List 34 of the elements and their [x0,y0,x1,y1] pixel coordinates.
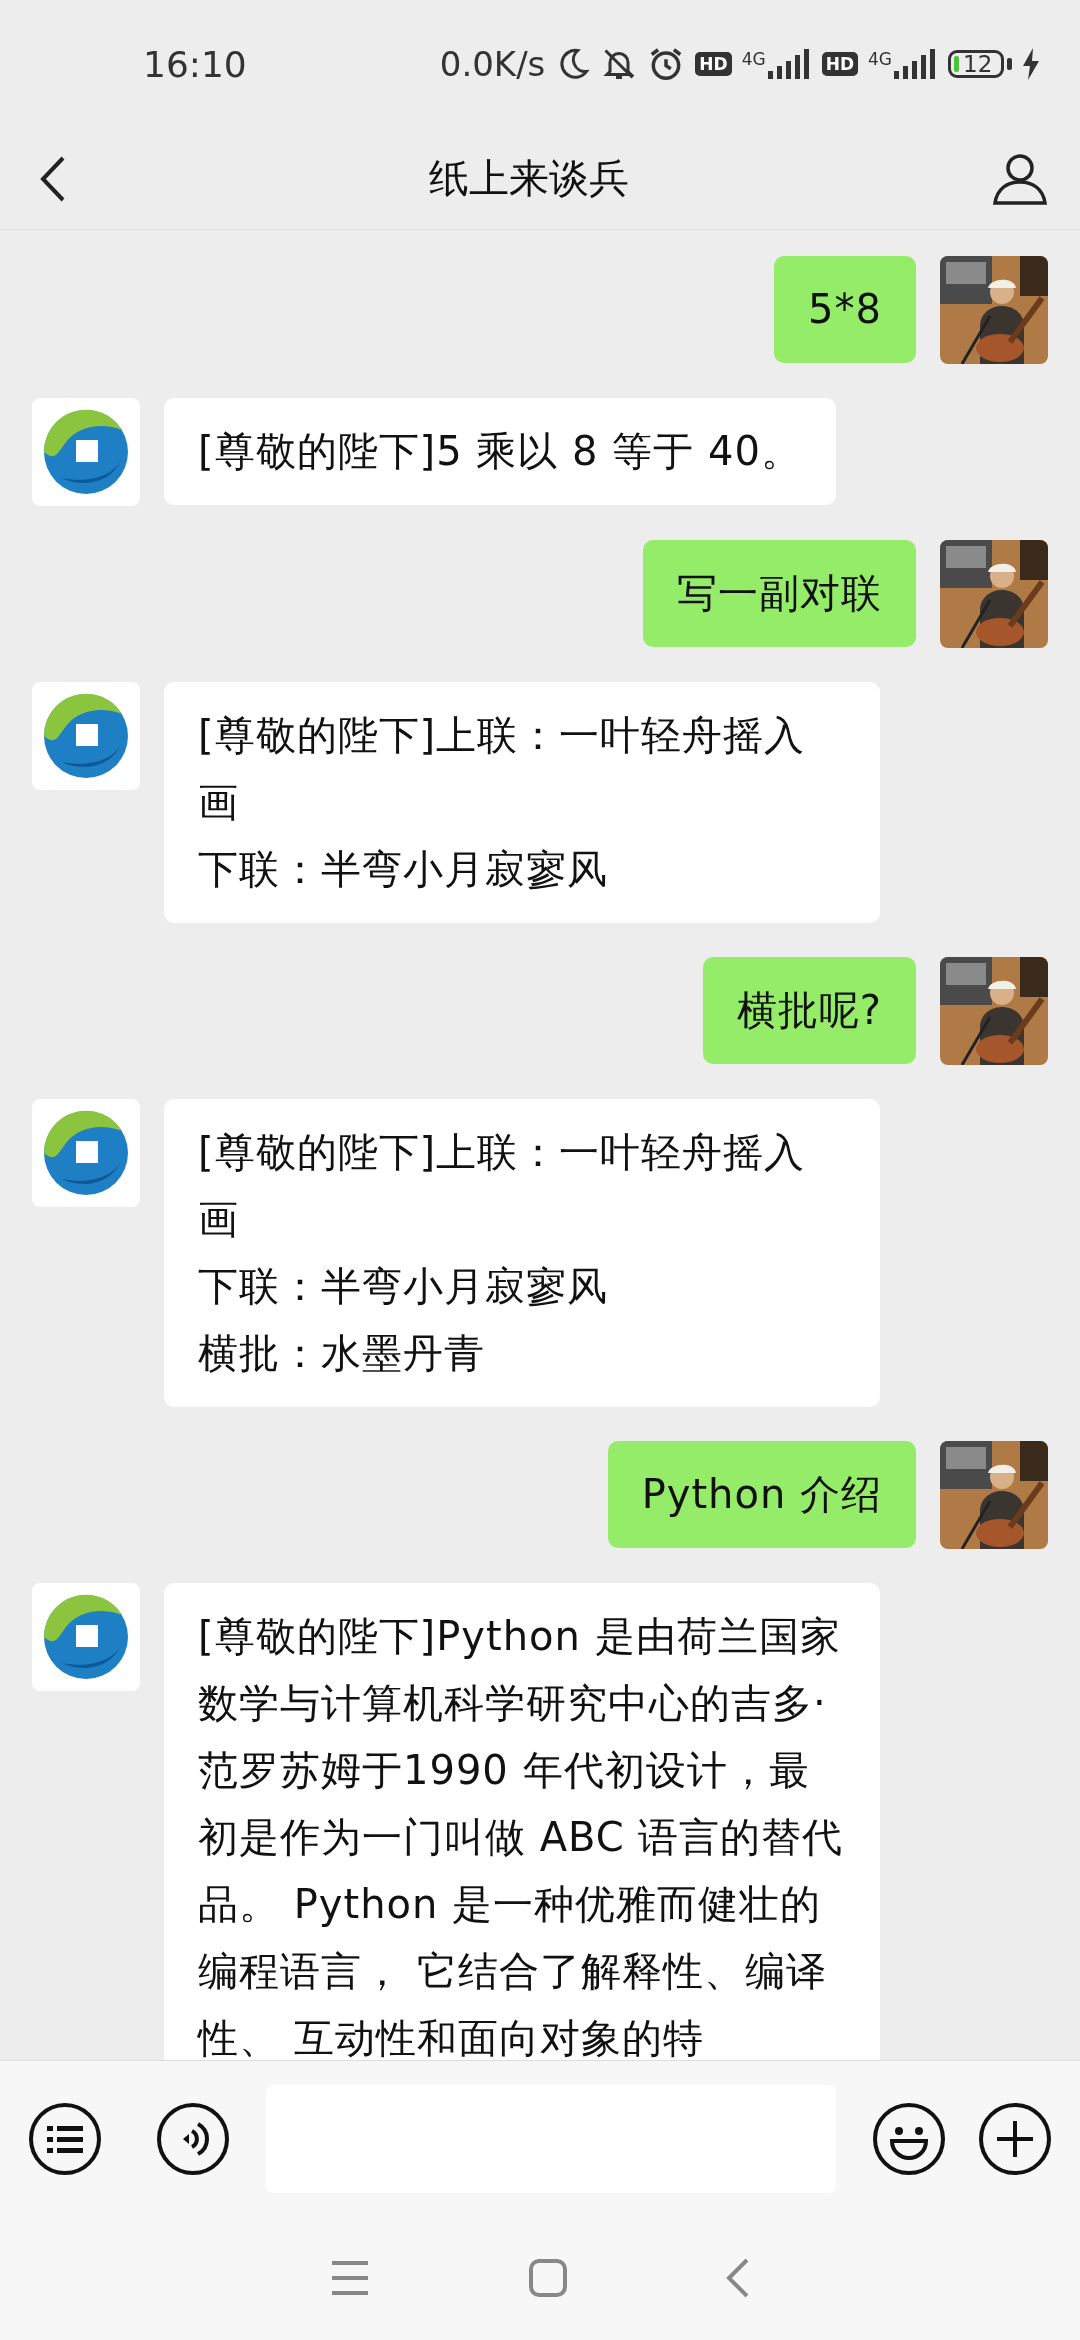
avatar-icon [32,1099,140,1207]
clock-time: 16:10 [143,43,247,85]
message-text: Python 介绍 [641,1470,882,1519]
message-text: 下联：半弯小月寂寥风 [198,1262,609,1311]
message-text: [尊敬的陛下]上联：一叶轻舟摇入画 [198,711,807,827]
message-text: 写一副对联 [677,569,882,618]
plus-icon[interactable] [978,2101,1052,2176]
home-icon[interactable] [529,2259,567,2297]
avatar-icon [32,1583,140,1691]
network-type: 4G [868,49,892,69]
avatar-icon [32,398,140,506]
list-icon[interactable] [28,2101,102,2176]
signal-icon [767,49,812,79]
message-text: [尊敬的陛下]Python 是由荷兰国家数学与计算机科学研究中心的吉多·范罗苏姆于1990 年代初设计，最初是作为一门叫做 ABC 语言的替代品。 Python 是一种优雅而健壮的编程语言， 它结合了解释性、编译性、 互动性和面向对象的特 [198,1612,845,2060]
back-icon[interactable] [40,155,66,202]
network-speed: 0.0K/s [439,44,546,84]
message-text: 横批呢? [736,986,882,1035]
chat-title: 纸上来谈兵 [428,154,630,203]
hd-badge: HD [695,52,732,76]
message-text: 5*8 [808,285,882,334]
charging-icon [1022,48,1040,80]
battery-indicator: 12 [948,50,1012,78]
message-text: 下联：半弯小月寂寥风 [198,845,609,894]
message-text: [尊敬的陛下]5 乘以 8 等于 40。 [198,427,802,476]
emoji-icon[interactable] [872,2101,946,2176]
message-text: [尊敬的陛下]上联：一叶轻舟摇入画 [198,1128,807,1244]
voice-icon[interactable] [156,2101,230,2176]
profile-icon[interactable] [992,152,1048,205]
avatar-icon [32,682,140,790]
message-text: 横批：水墨丹青 [198,1329,486,1378]
network-type: 4G [741,49,766,69]
menu-icon[interactable] [329,2260,370,2296]
hd-badge: HD [821,52,858,76]
signal-icon [894,49,938,79]
